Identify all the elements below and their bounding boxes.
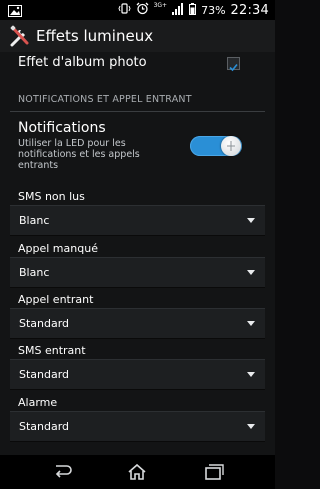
checkmark-icon: [229, 63, 238, 72]
dropdown-value: Standard: [19, 317, 70, 330]
notifications-title: Notifications: [18, 120, 106, 136]
dropdown-arrow-icon: [247, 218, 255, 223]
status-bar: 3G+ 73% 22:34: [0, 0, 275, 20]
dropdown-value: Blanc: [19, 214, 50, 227]
dropdown-arrow-icon: [247, 372, 255, 377]
settings-list: Effet d'album photo NOTIFICATIONS ET APP…: [0, 52, 275, 455]
settings-screen: 3G+ 73% 22:34 Effets lumineux Effet d'al…: [0, 0, 275, 489]
toggle-knob-icon: [227, 141, 235, 151]
clock: 22:34: [230, 2, 269, 18]
notifications-summary: Utiliser la LED pour les notifications e…: [18, 138, 140, 171]
tools-icon[interactable]: [8, 25, 32, 47]
navigation-bar: [0, 455, 275, 489]
status-icons: 3G+ 73% 22:34: [118, 0, 269, 20]
dropdown-arrow-icon: [247, 424, 255, 429]
action-bar: Effets lumineux: [0, 20, 275, 52]
dropdown-value: Standard: [19, 420, 70, 433]
battery-percent: 73%: [201, 3, 226, 17]
dropdown-alarm[interactable]: Standard: [10, 411, 265, 442]
signal-icon: [172, 2, 184, 18]
pref-label-missed-call: Appel manqué: [18, 242, 98, 255]
pref-label-unread-sms: SMS non lus: [18, 190, 85, 203]
album-effect-label: Effet d'album photo: [18, 55, 147, 70]
dropdown-value: Standard: [19, 368, 70, 381]
dropdown-incoming-call[interactable]: Standard: [10, 308, 265, 339]
toggle-knob: [221, 136, 241, 156]
alarm-icon: [136, 2, 149, 18]
album-effect-checkbox[interactable]: [227, 57, 240, 72]
battery-icon: [189, 2, 197, 18]
network-type: 3G+: [153, 2, 168, 9]
dropdown-unread-sms[interactable]: Blanc: [10, 205, 265, 236]
dropdown-incoming-sms[interactable]: Standard: [10, 359, 265, 390]
album-effect-row[interactable]: Effet d'album photo: [0, 52, 275, 74]
section-header: NOTIFICATIONS ET APPEL ENTRANT: [18, 94, 192, 105]
back-icon[interactable]: [50, 462, 74, 482]
dropdown-missed-call[interactable]: Blanc: [10, 257, 265, 288]
vibrate-icon: [118, 2, 131, 18]
dropdown-arrow-icon: [247, 321, 255, 326]
notifications-toggle[interactable]: [190, 136, 242, 156]
dropdown-arrow-icon: [247, 270, 255, 275]
pref-label-incoming-call: Appel entrant: [18, 293, 94, 306]
pref-label-alarm: Alarme: [18, 396, 58, 409]
home-icon[interactable]: [125, 462, 149, 482]
section-divider: [10, 111, 265, 112]
page-title: Effets lumineux: [36, 27, 154, 45]
recent-apps-icon[interactable]: [201, 462, 225, 482]
dropdown-value: Blanc: [19, 266, 50, 279]
pref-label-incoming-sms: SMS entrant: [18, 344, 86, 357]
